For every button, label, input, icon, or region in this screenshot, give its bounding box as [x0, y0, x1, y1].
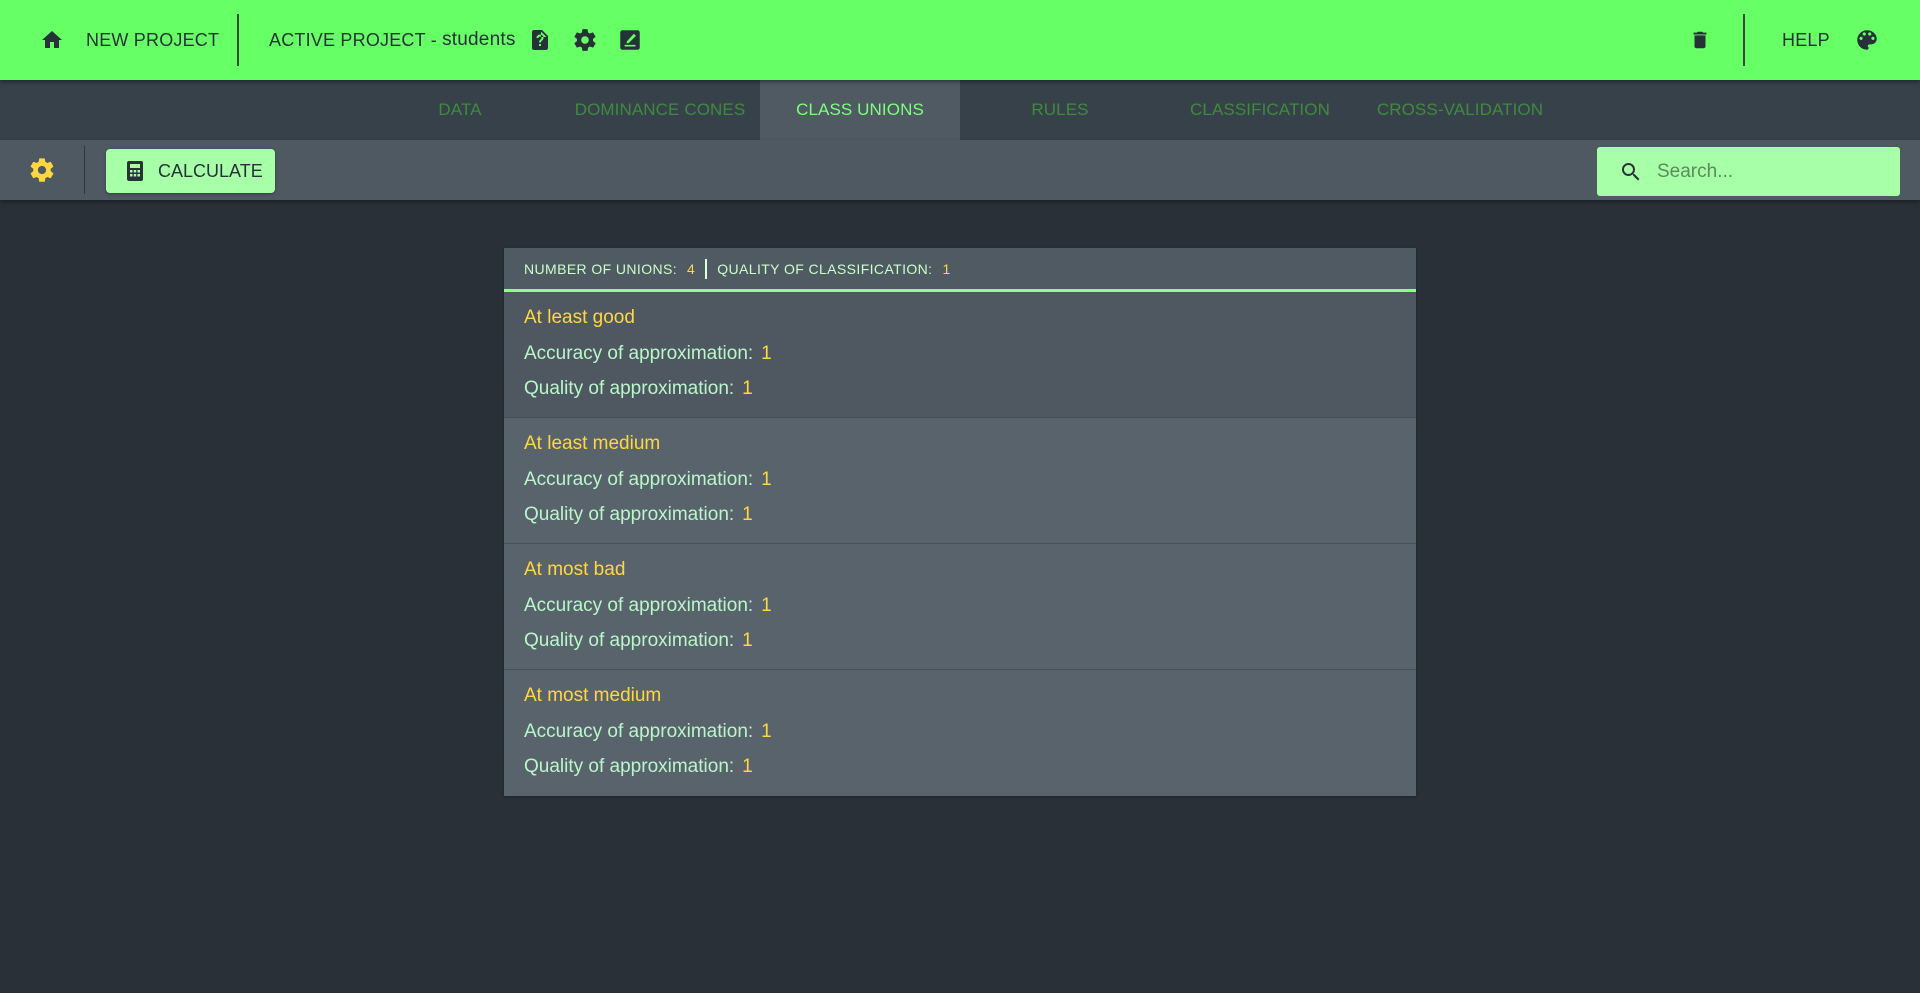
panel-header: NUMBER OF UNIONS: 4 QUALITY OF CLASSIFIC… [504, 248, 1416, 292]
help-button[interactable]: HELP [1782, 16, 1830, 64]
calculator-icon [126, 160, 144, 182]
quality-value: 1 [742, 756, 753, 777]
calculate-label: CALCULATE [158, 160, 263, 181]
tabs-bar: DATA DOMINANCE CONES CLASS UNIONS RULES … [0, 80, 1920, 140]
tab-data[interactable]: DATA [360, 80, 560, 140]
new-project-button[interactable]: NEW PROJECT [38, 16, 219, 64]
trash-icon[interactable] [1686, 26, 1714, 54]
accuracy-label: Accuracy of approximation: [524, 595, 754, 616]
search-icon [1619, 160, 1643, 184]
quality-label: Quality of approximation: [524, 504, 735, 525]
search-input[interactable] [1657, 160, 1887, 183]
quality-row: Quality of approximation: 1 [524, 749, 1396, 784]
home-icon [38, 26, 66, 54]
list-item[interactable]: At most medium Accuracy of approximation… [504, 670, 1416, 796]
quality-row: Quality of approximation: 1 [524, 623, 1396, 658]
unions-count-label: NUMBER OF UNIONS: [524, 260, 678, 277]
accuracy-row: Accuracy of approximation: 1 [524, 588, 1396, 623]
accuracy-value: 1 [761, 721, 772, 742]
accuracy-value: 1 [761, 343, 772, 364]
project-name: students [442, 29, 516, 50]
list-item[interactable]: At least good Accuracy of approximation:… [504, 292, 1416, 418]
gear-icon[interactable] [571, 26, 599, 54]
file-question-icon[interactable] [526, 26, 554, 54]
accuracy-row: Accuracy of approximation: 1 [524, 714, 1396, 749]
toolbar-divider [84, 146, 85, 194]
union-title: At most bad [524, 559, 626, 580]
quality-value: 1 [742, 378, 753, 399]
edit-icon[interactable] [616, 26, 644, 54]
list-item[interactable]: At least medium Accuracy of approximatio… [504, 418, 1416, 544]
union-title: At most medium [524, 685, 662, 706]
accuracy-label: Accuracy of approximation: [524, 343, 754, 364]
tab-cross-validation[interactable]: CROSS-VALIDATION [1360, 80, 1560, 140]
help-label: HELP [1782, 29, 1830, 50]
quality-label: Quality of approximation: [524, 630, 735, 651]
quality-row: Quality of approximation: 1 [524, 497, 1396, 532]
accuracy-value: 1 [761, 469, 772, 490]
union-title: At least good [524, 307, 635, 328]
quality-label: Quality of approximation: [524, 756, 735, 777]
search-box [1597, 147, 1900, 196]
palette-icon[interactable] [1853, 26, 1881, 54]
quality-classification-value: 1 [942, 260, 951, 277]
accuracy-row: Accuracy of approximation: 1 [524, 336, 1396, 371]
tab-classification[interactable]: CLASSIFICATION [1160, 80, 1360, 140]
accuracy-value: 1 [761, 595, 772, 616]
header-divider-right [1743, 14, 1745, 66]
app-header: NEW PROJECT ACTIVE PROJECT - students HE… [0, 0, 1920, 80]
accuracy-label: Accuracy of approximation: [524, 469, 754, 490]
active-project: ACTIVE PROJECT - students [269, 16, 516, 64]
header-divider [237, 14, 239, 66]
list-item[interactable]: At most bad Accuracy of approximation: 1 … [504, 544, 1416, 670]
unions-count-value: 4 [687, 260, 696, 277]
tab-rules[interactable]: RULES [960, 80, 1160, 140]
class-unions-panel: NUMBER OF UNIONS: 4 QUALITY OF CLASSIFIC… [504, 248, 1416, 796]
header-value-divider [705, 258, 708, 279]
tab-dominance-cones[interactable]: DOMINANCE CONES [560, 80, 760, 140]
calculate-button[interactable]: CALCULATE [106, 149, 275, 193]
quality-value: 1 [742, 630, 753, 651]
quality-label: Quality of approximation: [524, 378, 735, 399]
accuracy-row: Accuracy of approximation: 1 [524, 462, 1396, 497]
quality-classification-label: QUALITY OF CLASSIFICATION: [717, 260, 933, 277]
accuracy-label: Accuracy of approximation: [524, 721, 754, 742]
union-title: At least medium [524, 433, 661, 454]
toolbar: CALCULATE [0, 140, 1920, 200]
active-project-label: ACTIVE PROJECT - [269, 29, 443, 50]
new-project-label: NEW PROJECT [86, 29, 220, 50]
settings-button[interactable] [28, 156, 56, 184]
gear-icon [30, 158, 54, 182]
quality-row: Quality of approximation: 1 [524, 371, 1396, 406]
tab-class-unions[interactable]: CLASS UNIONS [760, 80, 960, 140]
quality-value: 1 [742, 504, 753, 525]
